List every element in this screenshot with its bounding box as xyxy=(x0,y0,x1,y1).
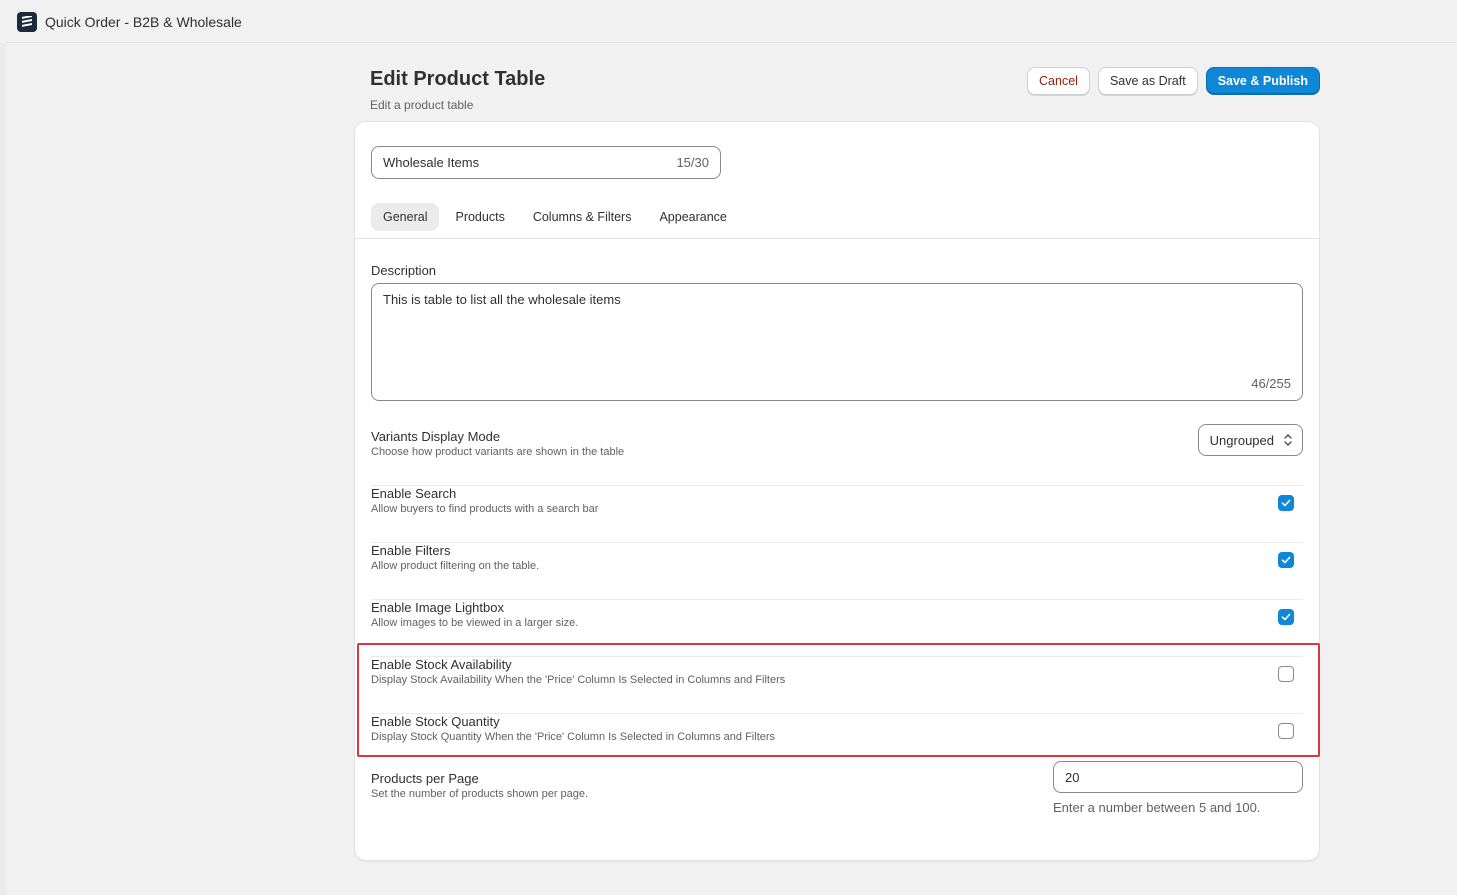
products-per-page-label: Products per Page xyxy=(371,771,479,786)
table-name-counter: 15/30 xyxy=(676,155,709,170)
enable-search-label: Enable Search xyxy=(371,486,457,501)
enable-stock-quantity-label: Enable Stock Quantity xyxy=(371,714,500,729)
app-top-bar: Quick Order - B2B & Wholesale xyxy=(0,0,1457,43)
description-label: Description xyxy=(371,263,437,278)
enable-filters-checkbox[interactable] xyxy=(1278,552,1294,568)
table-name-value: Wholesale Items xyxy=(383,155,480,170)
checkmark-icon xyxy=(1281,613,1291,621)
page-subtitle: Edit a product table xyxy=(370,98,474,112)
enable-filters-label: Enable Filters xyxy=(371,543,451,558)
variants-display-value: Ungrouped xyxy=(1209,432,1274,448)
enable-search-row: Enable Search Allow buyers to find produ… xyxy=(371,486,1303,543)
enable-stock-quantity-checkbox[interactable] xyxy=(1278,723,1294,739)
enable-stock-availability-help: Display Stock Availability When the 'Pri… xyxy=(371,674,786,686)
variants-display-select[interactable]: Ungrouped xyxy=(1197,424,1303,456)
enable-stock-quantity-help: Display Stock Quantity When the 'Price' … xyxy=(371,731,776,743)
enable-stock-availability-checkbox[interactable] xyxy=(1278,666,1294,682)
edit-table-card: Wholesale Items 15/30 General Products C… xyxy=(354,121,1320,861)
enable-lightbox-row: Enable Image Lightbox Allow images to be… xyxy=(371,600,1303,657)
enable-lightbox-label: Enable Image Lightbox xyxy=(371,600,504,615)
enable-stock-availability-label: Enable Stock Availability xyxy=(371,657,512,672)
enable-filters-row: Enable Filters Allow product filtering o… xyxy=(371,543,1303,600)
app-logo-icon xyxy=(17,11,37,32)
enable-lightbox-checkbox[interactable] xyxy=(1278,609,1294,625)
tab-products[interactable]: Products xyxy=(443,203,516,231)
table-name-input[interactable]: Wholesale Items 15/30 xyxy=(371,146,721,179)
enable-search-help: Allow buyers to find products with a sea… xyxy=(371,503,599,515)
products-per-page-row: Products per Page Set the number of prod… xyxy=(371,761,1303,851)
products-per-page-help: Set the number of products shown per pag… xyxy=(371,788,589,800)
cancel-button[interactable]: Cancel xyxy=(1027,67,1090,95)
app-title: Quick Order - B2B & Wholesale xyxy=(45,13,242,30)
top-divider xyxy=(6,42,1457,43)
variants-display-label: Variants Display Mode xyxy=(371,429,501,444)
checkmark-icon xyxy=(1281,556,1291,564)
products-per-page-value: 20 xyxy=(1065,769,1080,785)
tabs-divider xyxy=(355,238,1319,239)
save-as-draft-button[interactable]: Save as Draft xyxy=(1097,67,1198,95)
tab-appearance[interactable]: Appearance xyxy=(647,203,738,231)
checkmark-icon xyxy=(1281,499,1291,507)
description-textarea[interactable]: This is table to list all the wholesale … xyxy=(371,283,1303,401)
enable-filters-help: Allow product filtering on the table. xyxy=(371,560,540,572)
page-title: Edit Product Table xyxy=(370,68,546,90)
products-per-page-hint: Enter a number between 5 and 100. xyxy=(1053,800,1261,815)
enable-stock-availability-row: Enable Stock Availability Display Stock … xyxy=(371,657,1303,714)
left-gutter xyxy=(0,43,6,895)
variants-display-row: Variants Display Mode Choose how product… xyxy=(371,424,1303,486)
products-per-page-input[interactable]: 20 xyxy=(1053,761,1303,793)
enable-search-checkbox[interactable] xyxy=(1278,495,1294,511)
enable-lightbox-help: Allow images to be viewed in a larger si… xyxy=(371,617,579,629)
variants-display-help: Choose how product variants are shown in… xyxy=(371,446,625,458)
save-and-publish-button[interactable]: Save & Publish xyxy=(1205,67,1320,95)
select-chevron-icon xyxy=(1283,433,1293,450)
tab-general[interactable]: General xyxy=(371,203,440,231)
description-value: This is table to list all the wholesale … xyxy=(383,292,621,307)
description-counter: 46/255 xyxy=(1251,376,1291,391)
header-actions: Cancel Save as Draft Save & Publish xyxy=(1027,67,1320,95)
tab-bar: General Products Columns & Filters Appea… xyxy=(371,203,743,231)
tab-columns-filters[interactable]: Columns & Filters xyxy=(521,203,644,231)
